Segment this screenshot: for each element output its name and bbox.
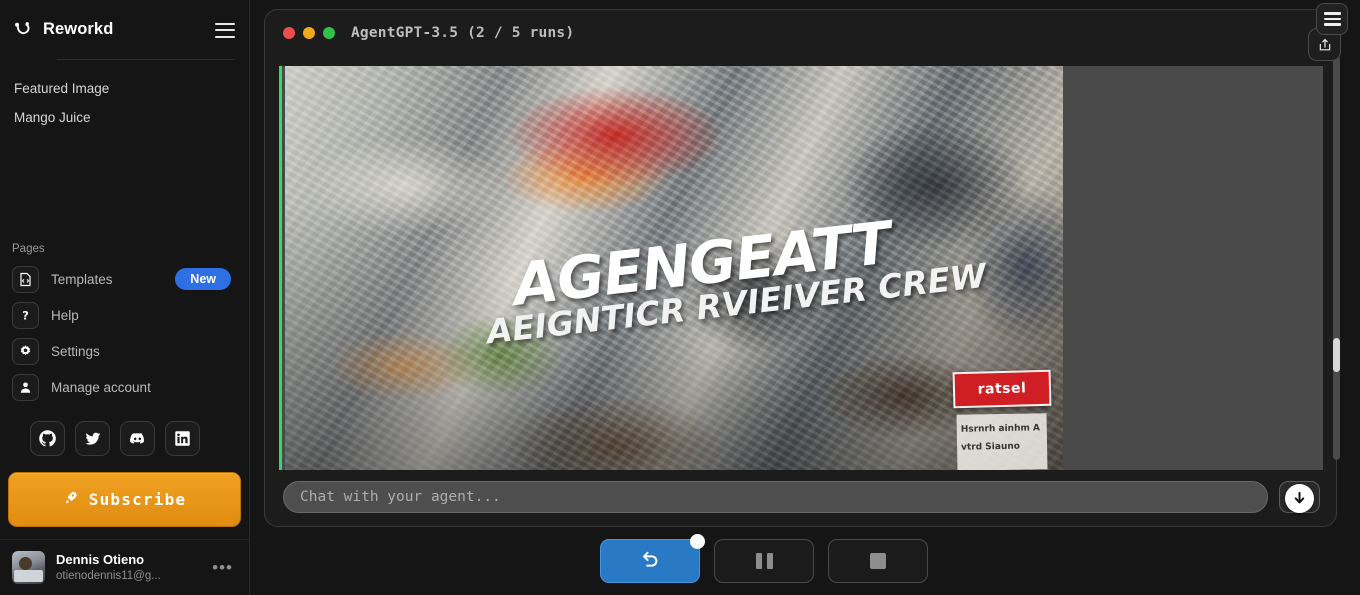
- user-person-icon: [12, 373, 39, 401]
- agent-window: AgentGPT-3.5 (2 / 5 runs) AGENGEATT AEIG…: [264, 9, 1337, 527]
- close-window-dot[interactable]: [283, 27, 295, 39]
- svg-text:?: ?: [22, 309, 29, 322]
- reworkd-logo-icon: [14, 21, 36, 39]
- template-file-icon: [12, 265, 39, 293]
- sidebar-item-help[interactable]: ? Help: [0, 297, 249, 333]
- sidebar-item-label: Help: [51, 307, 79, 323]
- generated-image: AGENGEATT AEIGNTICR RVIEIVER CREW ratsel…: [285, 66, 1063, 470]
- page-item-featured-image[interactable]: Featured Image: [0, 74, 249, 103]
- discord-icon[interactable]: [120, 421, 155, 456]
- hamburger-menu-icon[interactable]: [1316, 3, 1348, 35]
- pages-section-label: Pages: [12, 243, 45, 255]
- page-item-mango-juice[interactable]: Mango Juice: [0, 103, 249, 132]
- sidebar-item-label: Manage account: [51, 379, 151, 395]
- profile-name: Dennis Otieno: [56, 551, 145, 567]
- sidebar-item-label: Templates: [51, 271, 113, 287]
- agent-message-bubble: AGENGEATT AEIGNTICR RVIEIVER CREW ratsel…: [279, 66, 1323, 470]
- image-white-sign-text: Hsrnrh ainhm Avtrd Siauno: [960, 423, 1041, 453]
- stop-button[interactable]: [828, 539, 928, 583]
- window-traffic-lights: [283, 27, 335, 39]
- nav-area: Templates New ? Help Settings Manage acc…: [0, 261, 249, 411]
- pause-icon: [755, 553, 773, 569]
- restart-notification-dot: [690, 534, 705, 549]
- image-red-sign-text: ratsel: [977, 380, 1027, 398]
- linkedin-icon[interactable]: [165, 421, 200, 456]
- sidebar-item-label: Settings: [51, 343, 100, 359]
- app-root: Reworkd Featured Image Mango Juice Pages…: [0, 0, 1360, 595]
- profile-text: Dennis Otieno otienodennis11@g...: [56, 551, 161, 584]
- agent-controls: [250, 534, 1360, 583]
- sidebar-header: Reworkd: [0, 0, 249, 46]
- sidebar-item-settings[interactable]: Settings: [0, 333, 249, 369]
- chat-bar: [265, 468, 1336, 526]
- window-titlebar: AgentGPT-3.5 (2 / 5 runs): [265, 10, 1336, 56]
- ellipsis-icon[interactable]: •••: [212, 558, 237, 578]
- question-mark-icon: ?: [12, 301, 39, 329]
- new-badge[interactable]: New: [175, 267, 231, 291]
- minimize-window-dot[interactable]: [303, 27, 315, 39]
- profile-email: otienodennis11@g...: [56, 569, 161, 582]
- maximize-window-dot[interactable]: [323, 27, 335, 39]
- sidebar: Reworkd Featured Image Mango Juice Pages…: [0, 0, 250, 595]
- restart-undo-icon: [639, 548, 661, 575]
- chat-input[interactable]: [283, 481, 1268, 513]
- vertical-scrollbar[interactable]: [1333, 56, 1340, 460]
- social-links: [0, 411, 249, 456]
- image-shade-layer: [285, 66, 1063, 470]
- avatar: [12, 551, 45, 584]
- page-list: Featured Image Mango Juice: [0, 60, 249, 132]
- brand-title: Reworkd: [43, 20, 114, 38]
- sidebar-item-templates[interactable]: Templates New: [0, 261, 249, 297]
- stop-icon: [870, 553, 886, 569]
- twitter-icon[interactable]: [75, 421, 110, 456]
- subscribe-button[interactable]: Subscribe: [8, 472, 241, 527]
- subscribe-wrapper: Subscribe: [0, 456, 249, 527]
- github-icon[interactable]: [30, 421, 65, 456]
- main-panel: AgentGPT-3.5 (2 / 5 runs) AGENGEATT AEIG…: [250, 0, 1360, 595]
- image-red-sign: ratsel: [952, 369, 1052, 409]
- user-profile[interactable]: Dennis Otieno otienodennis11@g... •••: [0, 539, 249, 595]
- scrollbar-thumb[interactable]: [1333, 338, 1340, 372]
- pause-button[interactable]: [714, 539, 814, 583]
- restart-button[interactable]: [600, 534, 705, 583]
- subscribe-label: Subscribe: [88, 490, 187, 509]
- window-title: AgentGPT-3.5 (2 / 5 runs): [351, 25, 575, 41]
- scroll-down-arrow-icon[interactable]: [1285, 484, 1314, 513]
- sidebar-toggle-icon[interactable]: [215, 22, 235, 38]
- gear-icon: [12, 337, 39, 365]
- image-white-sign: Hsrnrh ainhm Avtrd Siauno: [956, 413, 1048, 470]
- top-right-toolbar: [1316, 3, 1348, 35]
- rocket-icon: [63, 490, 79, 510]
- sidebar-item-manage-account[interactable]: Manage account: [0, 369, 249, 405]
- agent-message-area: AGENGEATT AEIGNTICR RVIEIVER CREW ratsel…: [265, 56, 1336, 470]
